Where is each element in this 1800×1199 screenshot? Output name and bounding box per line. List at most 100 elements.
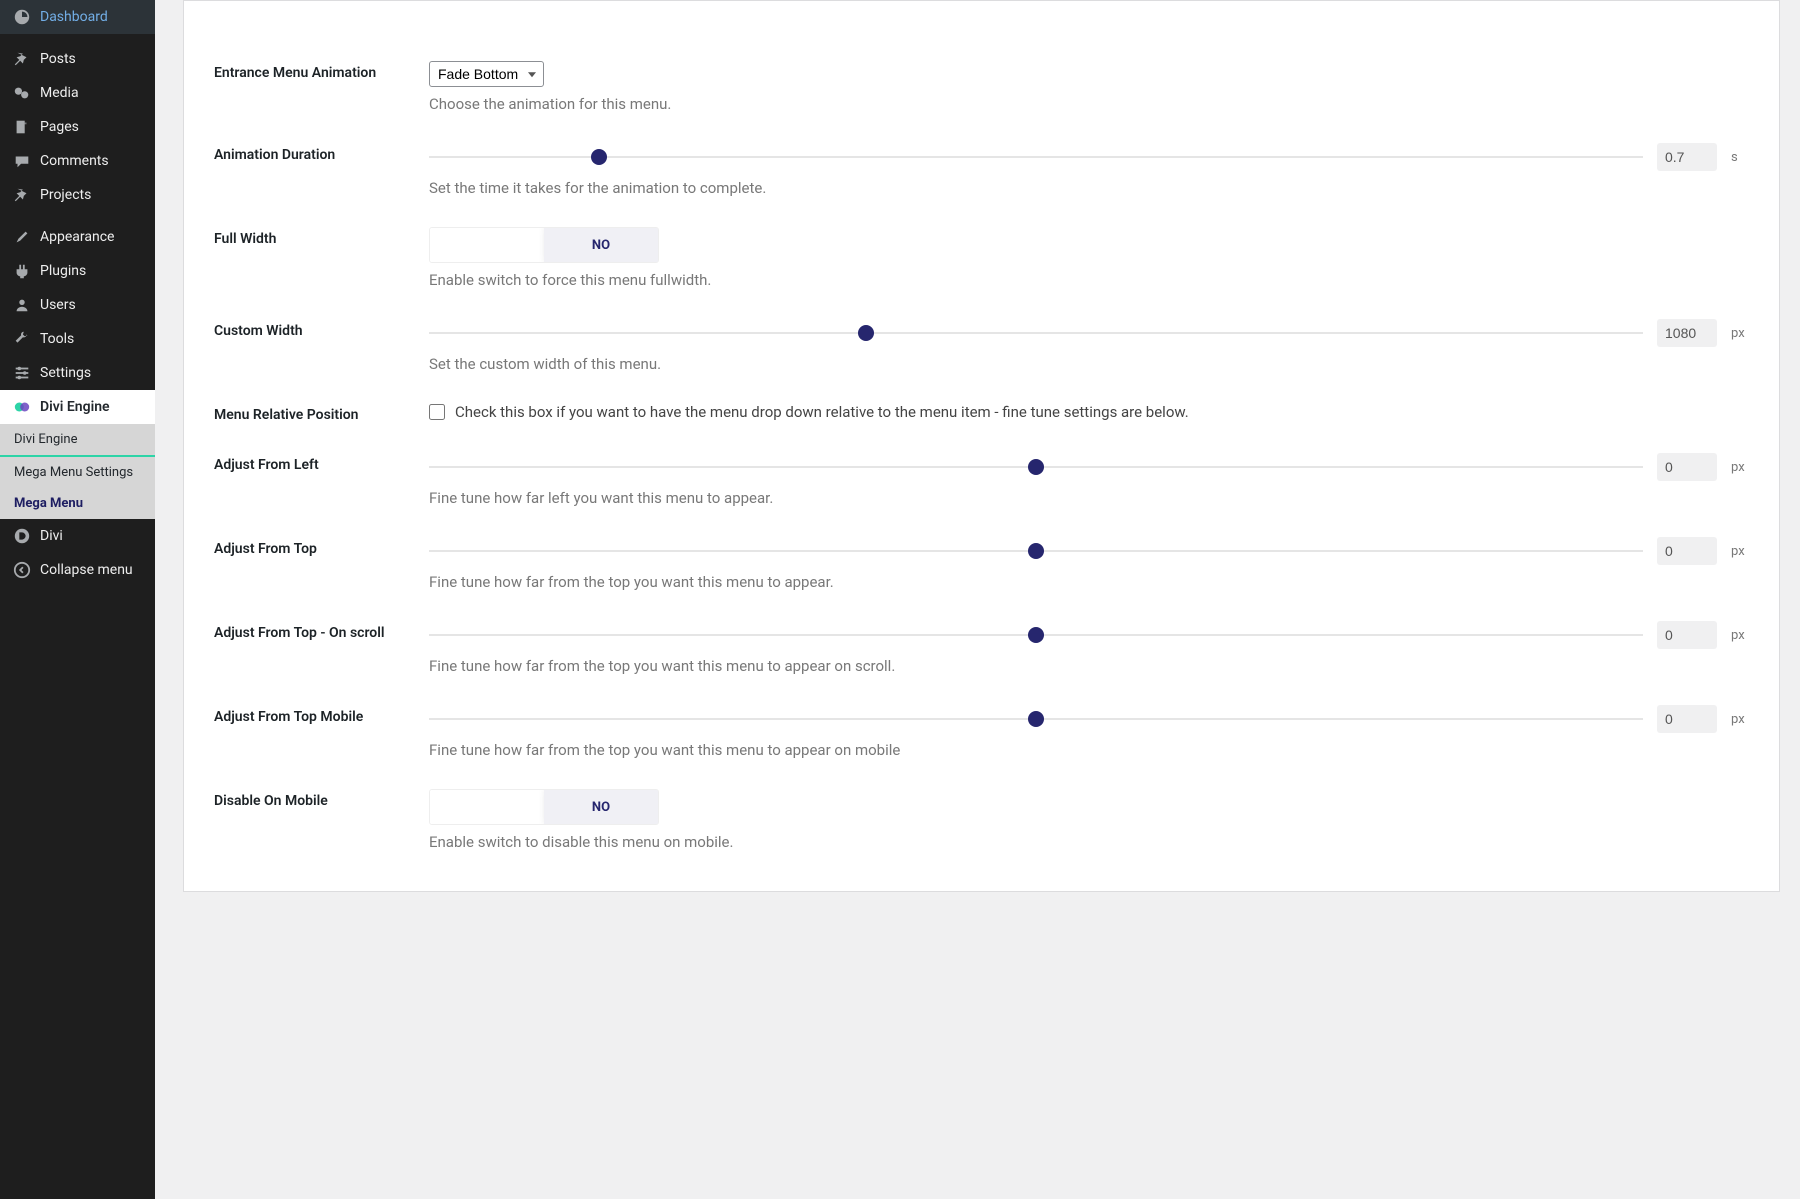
unit-label: s bbox=[1731, 150, 1749, 165]
adjust-top-scroll-value-input[interactable] bbox=[1657, 621, 1717, 649]
sidebar-label: Comments bbox=[40, 153, 109, 169]
slider-thumb[interactable] bbox=[1028, 459, 1044, 475]
sidebar-label: Posts bbox=[40, 51, 76, 67]
sidebar-label: Users bbox=[40, 297, 76, 313]
toggle-yes bbox=[430, 790, 544, 824]
sidebar-label: Plugins bbox=[40, 263, 86, 279]
setting-menu-relative: Menu Relative Position Check this box if… bbox=[214, 403, 1749, 423]
setting-label: Adjust From Top Mobile bbox=[214, 705, 429, 725]
sidebar-item-divi[interactable]: Divi bbox=[0, 519, 155, 553]
unit-label: px bbox=[1731, 712, 1749, 727]
setting-desc: Fine tune how far from the top you want … bbox=[429, 573, 1749, 591]
sidebar-item-plugins[interactable]: Plugins bbox=[0, 254, 155, 288]
adjust-top-slider[interactable] bbox=[429, 548, 1643, 554]
setting-label: Adjust From Left bbox=[214, 453, 429, 473]
slider-thumb[interactable] bbox=[591, 149, 607, 165]
sidebar-item-tools[interactable]: Tools bbox=[0, 322, 155, 356]
page-icon bbox=[12, 118, 32, 136]
disable-mobile-toggle[interactable]: NO bbox=[429, 789, 659, 825]
sidebar-item-divi-engine[interactable]: Divi Engine bbox=[0, 390, 155, 424]
wrench-icon bbox=[12, 330, 32, 348]
sidebar-label: Media bbox=[40, 85, 79, 101]
slider-thumb[interactable] bbox=[1028, 627, 1044, 643]
unit-label: px bbox=[1731, 544, 1749, 559]
setting-desc: Fine tune how far left you want this men… bbox=[429, 489, 1749, 507]
checkbox-label: Check this box if you want to have the m… bbox=[455, 403, 1189, 421]
sidebar-label: Pages bbox=[40, 119, 79, 135]
submenu-item-divi-engine[interactable]: Divi Engine bbox=[0, 424, 155, 455]
sidebar-item-comments[interactable]: Comments bbox=[0, 144, 155, 178]
setting-label: Adjust From Top bbox=[214, 537, 429, 557]
dashboard-icon bbox=[12, 8, 32, 26]
adjust-top-mobile-slider[interactable] bbox=[429, 716, 1643, 722]
setting-adjust-top: Adjust From Top px bbox=[214, 537, 1749, 565]
menu-relative-checkbox[interactable] bbox=[429, 404, 445, 420]
submenu-item-mega-settings[interactable]: Mega Menu Settings bbox=[0, 457, 155, 488]
setting-label: Adjust From Top - On scroll bbox=[214, 621, 429, 641]
setting-adjust-left: Adjust From Left px bbox=[214, 453, 1749, 481]
entrance-animation-select[interactable]: Fade Bottom bbox=[429, 61, 544, 87]
setting-desc: Enable switch to force this menu fullwid… bbox=[429, 271, 1749, 289]
toggle-yes bbox=[430, 228, 544, 262]
setting-desc: Fine tune how far from the top you want … bbox=[429, 657, 1749, 675]
sidebar-item-settings[interactable]: Settings bbox=[0, 356, 155, 390]
sidebar-item-dashboard[interactable]: Dashboard bbox=[0, 0, 155, 34]
sidebar-item-appearance[interactable]: Appearance bbox=[0, 220, 155, 254]
adjust-left-value-input[interactable] bbox=[1657, 453, 1717, 481]
setting-adjust-top-scroll: Adjust From Top - On scroll px bbox=[214, 621, 1749, 649]
setting-adjust-top-mobile: Adjust From Top Mobile px bbox=[214, 705, 1749, 733]
setting-desc: Set the custom width of this menu. bbox=[429, 355, 1749, 373]
full-width-toggle[interactable]: NO bbox=[429, 227, 659, 263]
brush-icon bbox=[12, 228, 32, 246]
duration-slider[interactable] bbox=[429, 154, 1643, 160]
sidebar-item-users[interactable]: Users bbox=[0, 288, 155, 322]
sidebar-label: Dashboard bbox=[40, 9, 108, 25]
setting-animation-duration: Animation Duration s bbox=[214, 143, 1749, 171]
divi-icon bbox=[12, 527, 32, 545]
setting-desc: Choose the animation for this menu. bbox=[429, 95, 1749, 113]
duration-value-input[interactable] bbox=[1657, 143, 1717, 171]
setting-label: Menu Relative Position bbox=[214, 403, 429, 423]
setting-full-width: Full Width NO bbox=[214, 227, 1749, 263]
comment-icon bbox=[12, 152, 32, 170]
content-area: Entrance Menu Animation Fade Bottom Choo… bbox=[155, 0, 1800, 1199]
sidebar-label: Settings bbox=[40, 365, 91, 381]
adjust-top-scroll-slider[interactable] bbox=[429, 632, 1643, 638]
media-icon bbox=[12, 84, 32, 102]
custom-width-slider[interactable] bbox=[429, 330, 1643, 336]
sidebar-label: Projects bbox=[40, 187, 91, 203]
setting-label: Custom Width bbox=[214, 319, 429, 339]
slider-thumb[interactable] bbox=[858, 325, 874, 341]
toggle-no: NO bbox=[544, 228, 658, 262]
sidebar-item-pages[interactable]: Pages bbox=[0, 110, 155, 144]
sidebar-label: Divi bbox=[40, 528, 63, 544]
slider-track bbox=[429, 332, 1643, 334]
collapse-icon bbox=[12, 561, 32, 579]
admin-sidebar: Dashboard Posts Media Pages Comments Pro… bbox=[0, 0, 155, 1199]
unit-label: px bbox=[1731, 326, 1749, 341]
setting-custom-width: Custom Width px bbox=[214, 319, 1749, 347]
adjust-left-slider[interactable] bbox=[429, 464, 1643, 470]
adjust-top-mobile-value-input[interactable] bbox=[1657, 705, 1717, 733]
sidebar-item-media[interactable]: Media bbox=[0, 76, 155, 110]
setting-desc: Fine tune how far from the top you want … bbox=[429, 741, 1749, 759]
slider-thumb[interactable] bbox=[1028, 543, 1044, 559]
custom-width-value-input[interactable] bbox=[1657, 319, 1717, 347]
adjust-top-value-input[interactable] bbox=[1657, 537, 1717, 565]
setting-label: Full Width bbox=[214, 227, 429, 247]
setting-label: Entrance Menu Animation bbox=[214, 61, 429, 81]
setting-disable-mobile: Disable On Mobile NO bbox=[214, 789, 1749, 825]
sidebar-item-projects[interactable]: Projects bbox=[0, 178, 155, 212]
sliders-icon bbox=[12, 364, 32, 382]
plugin-icon bbox=[12, 262, 32, 280]
setting-label: Disable On Mobile bbox=[214, 789, 429, 809]
sidebar-item-posts[interactable]: Posts bbox=[0, 42, 155, 76]
sidebar-submenu: Divi Engine Mega Menu Settings Mega Menu bbox=[0, 424, 155, 519]
unit-label: px bbox=[1731, 460, 1749, 475]
sidebar-item-collapse[interactable]: Collapse menu bbox=[0, 553, 155, 587]
sidebar-label: Collapse menu bbox=[40, 562, 133, 578]
submenu-item-mega-menu[interactable]: Mega Menu bbox=[0, 488, 155, 519]
pushpin-icon bbox=[12, 186, 32, 204]
setting-entrance-animation: Entrance Menu Animation Fade Bottom bbox=[214, 61, 1749, 87]
slider-thumb[interactable] bbox=[1028, 711, 1044, 727]
